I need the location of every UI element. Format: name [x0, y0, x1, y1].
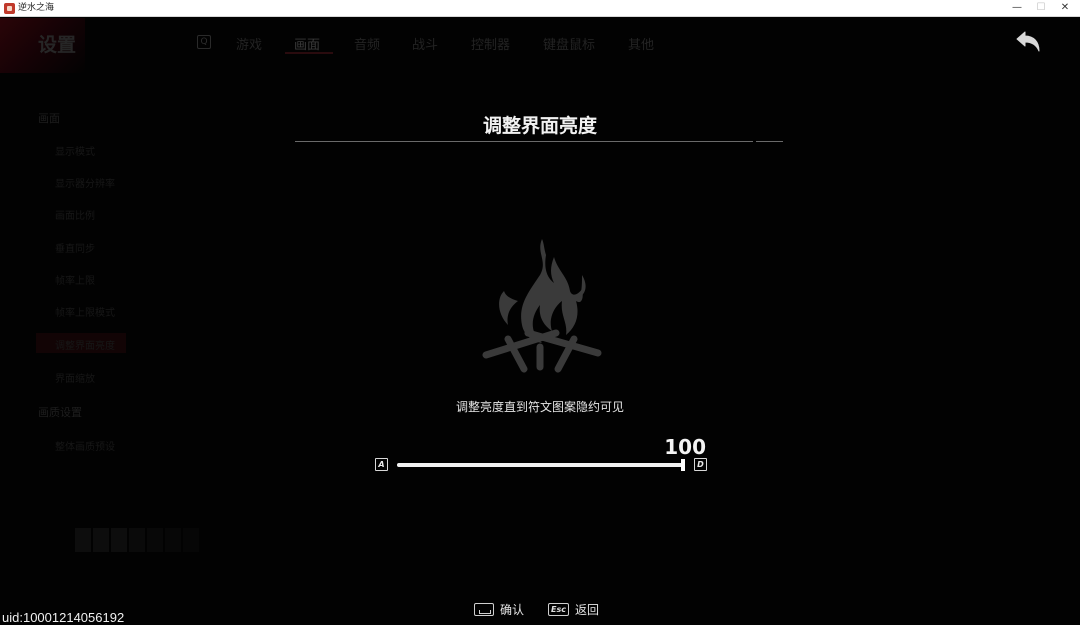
return-button[interactable]: 返回: [575, 602, 599, 618]
confirm-button[interactable]: 确认: [500, 602, 524, 618]
minimize-button[interactable]: —: [1004, 0, 1030, 16]
campfire-rune-icon: [482, 239, 602, 373]
preset-slot: [147, 528, 163, 552]
preset-slot: [165, 528, 181, 552]
setting-item: 整体画质预设: [55, 442, 115, 453]
setting-item: 显示模式: [55, 147, 95, 158]
setting-item: 垂直同步: [55, 244, 95, 255]
divider-notch: [753, 140, 756, 143]
increase-key-d[interactable]: D: [694, 458, 707, 471]
active-tab-indicator: [285, 52, 333, 54]
brightness-value: 100: [664, 435, 706, 459]
app-icon: [4, 3, 15, 14]
tab-combat: 战斗: [412, 38, 439, 53]
esc-key-icon: Esc: [548, 603, 569, 616]
brightness-slider[interactable]: [397, 459, 687, 471]
back-arrow-icon: [1016, 31, 1040, 52]
user-id: uid:10001214056192: [2, 610, 125, 625]
search-icon: Q: [197, 35, 211, 49]
preset-slot: [183, 528, 199, 552]
slider-thumb[interactable]: [681, 459, 685, 471]
setting-item: 界面缩放: [55, 374, 95, 385]
category-quality: 画质设置: [38, 406, 82, 419]
category-graphics: 画面: [38, 112, 60, 125]
setting-item-active: 调整界面亮度: [55, 341, 115, 352]
tab-controller: 控制器: [471, 38, 511, 53]
title-divider: [295, 141, 783, 142]
setting-item: 画面比例: [55, 211, 95, 222]
preset-slot: [75, 528, 91, 552]
setting-item: 帧率上限模式: [55, 308, 115, 319]
tab-other: 其他: [628, 38, 655, 53]
tab-keyboard-mouse: 键盘鼠标: [543, 38, 596, 53]
window-title: 逆水之海: [18, 3, 55, 13]
brightness-hint: 调整亮度直到符文图案隐约可见: [455, 400, 624, 414]
preset-slot: [93, 528, 109, 552]
settings-title: 设置: [38, 34, 77, 56]
tab-graphics: 画面: [294, 38, 321, 53]
preset-slot: [111, 528, 127, 552]
preset-slot: [129, 528, 145, 552]
space-key-icon: [474, 603, 494, 616]
dialog-title: 调整界面亮度: [482, 115, 597, 137]
window-titlebar: 逆水之海 — ☐ ✕: [0, 0, 1080, 17]
setting-item: 帧率上限: [55, 276, 95, 287]
slider-fill: [397, 463, 683, 467]
tab-audio: 音频: [354, 38, 381, 53]
decrease-key-a[interactable]: A: [375, 458, 388, 471]
setting-item: 显示器分辨率: [55, 179, 115, 190]
maximize-button[interactable]: ☐: [1028, 0, 1054, 16]
tab-game: 游戏: [236, 38, 263, 53]
close-button[interactable]: ✕: [1052, 0, 1078, 16]
